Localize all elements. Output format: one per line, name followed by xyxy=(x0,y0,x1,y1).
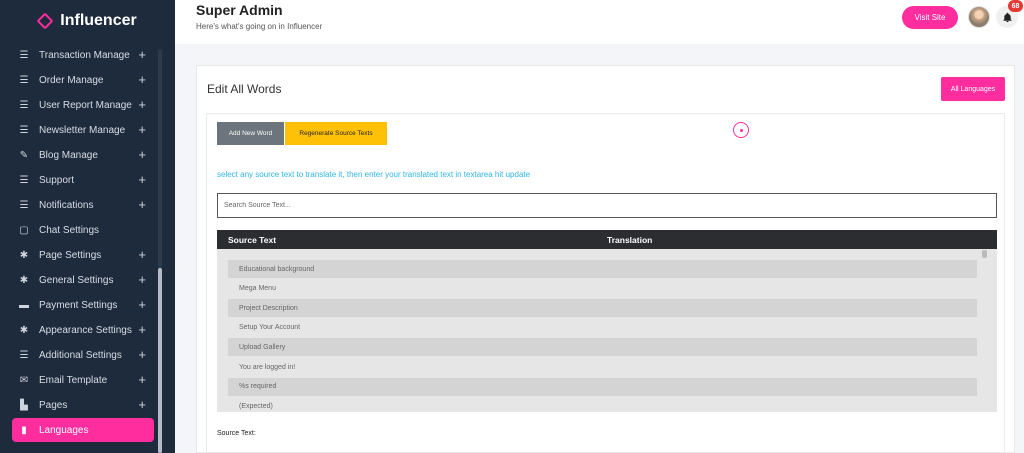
sidebar-item-page-settings[interactable]: ✱ Page Settings + xyxy=(12,243,154,268)
chat-icon: ▢ xyxy=(19,225,29,236)
list-icon: ☰ xyxy=(19,200,29,211)
sidebar-item-chat-settings[interactable]: ▢ Chat Settings xyxy=(12,218,154,243)
sidebar-item-label: User Report Manage xyxy=(39,100,132,111)
search-source-text-input[interactable] xyxy=(217,193,997,218)
avatar[interactable] xyxy=(968,6,990,28)
sidebar-item-label: Order Manage xyxy=(39,75,104,86)
plus-icon[interactable]: + xyxy=(138,72,146,87)
column-source-text: Source Text xyxy=(228,235,277,245)
sidebar-item-user-report-manage[interactable]: ☰ User Report Manage + xyxy=(12,93,154,118)
plus-icon[interactable]: + xyxy=(138,147,146,162)
sidebar-item-appearance-settings[interactable]: ✱ Appearance Settings + xyxy=(12,318,154,343)
list-icon: ☰ xyxy=(19,125,29,136)
table-row[interactable]: You are logged in! xyxy=(228,358,977,376)
blog-icon: ✎ xyxy=(19,150,29,161)
pages-icon: ▙ xyxy=(20,400,28,411)
table-row[interactable]: (Expected) xyxy=(228,397,977,412)
plus-icon[interactable]: + xyxy=(138,172,146,187)
table-row[interactable]: %s required xyxy=(228,377,977,396)
page-title: Super Admin xyxy=(196,2,283,18)
sidebar-item-blog-manage[interactable]: ✎ Blog Manage + xyxy=(12,143,154,168)
sidebar-item-label: Additional Settings xyxy=(39,350,122,361)
list-icon: ☰ xyxy=(19,175,29,186)
brand[interactable]: Influencer xyxy=(0,0,175,42)
sidebar-item-label: Payment Settings xyxy=(39,300,118,311)
sidebar-item-general-settings[interactable]: ✱ General Settings + xyxy=(12,268,154,293)
table-row[interactable]: Project Description xyxy=(228,299,977,318)
notification-count-badge: 68 xyxy=(1008,0,1023,12)
source-text-list: Educational background Mega Menu Project D… xyxy=(217,249,997,412)
sidebar-item-label: Languages xyxy=(39,424,89,436)
plus-icon[interactable]: + xyxy=(138,197,146,212)
words-panel: Add New Word Regenerate Source Texts sel… xyxy=(206,113,1005,453)
sidebar-item-label: Notifications xyxy=(39,200,94,211)
plus-icon[interactable]: + xyxy=(138,297,146,312)
list-scrollbar[interactable] xyxy=(982,250,987,258)
list-icon: ☰ xyxy=(19,50,29,61)
sidebar-item-notifications[interactable]: ☰ Notifications + xyxy=(12,193,154,218)
gear-icon: ✱ xyxy=(19,325,29,336)
sidebar-item-label: Blog Manage xyxy=(39,150,98,161)
instruction-text: select any source text to translate it, … xyxy=(217,170,531,179)
envelope-icon: ✉ xyxy=(19,375,29,386)
sidebar-item-languages[interactable]: ▮ Languages xyxy=(12,418,154,442)
sidebar-item-label: Chat Settings xyxy=(39,225,100,236)
sidebar-item-label: Support xyxy=(39,175,75,186)
plus-icon[interactable]: + xyxy=(138,247,146,262)
sidebar-item-payment-settings[interactable]: ▬ Payment Settings + xyxy=(12,293,154,318)
plus-icon[interactable]: + xyxy=(138,397,146,412)
gear-icon: ✱ xyxy=(19,275,29,286)
top-header: Super Admin Here's what's going on in In… xyxy=(175,0,1024,44)
column-translation: Translation xyxy=(607,235,653,245)
gear-icon: ✱ xyxy=(19,250,29,261)
sidebar-item-pages[interactable]: ▙ Pages + xyxy=(12,393,154,418)
table-row[interactable]: Setup Your Account xyxy=(228,319,977,337)
sidebar-item-label: Transaction Manage xyxy=(39,50,130,61)
visit-site-button[interactable]: Visit Site xyxy=(902,6,958,29)
sidebar-item-label: Page Settings xyxy=(39,250,102,261)
influencer-logo-icon xyxy=(38,14,52,28)
list-icon: ☰ xyxy=(19,75,29,86)
briefcase-icon: ▬ xyxy=(19,300,29,311)
sidebar-item-label: General Settings xyxy=(39,275,114,286)
plus-icon[interactable]: + xyxy=(138,372,146,387)
source-text-label: Source Text: xyxy=(217,430,256,437)
list-icon: ☰ xyxy=(19,100,29,111)
sidebar-item-transaction-manage[interactable]: ☰ Transaction Manage + xyxy=(12,43,154,68)
table-row[interactable]: Educational background xyxy=(228,260,977,278)
plus-icon[interactable]: + xyxy=(138,322,146,337)
table-header: Source Text Translation xyxy=(217,230,997,249)
sidebar-item-email-template[interactable]: ✉ Email Template + xyxy=(12,368,154,393)
sidebar-item-label: Email Template xyxy=(39,375,108,386)
sidebar-item-label: Appearance Settings xyxy=(39,325,132,336)
add-new-word-button[interactable]: Add New Word xyxy=(217,122,284,145)
all-languages-button[interactable]: All Languages xyxy=(941,77,1005,101)
bar-chart-icon: ▮ xyxy=(21,424,27,436)
sidebar-item-label: Newsletter Manage xyxy=(39,125,126,136)
sidebar-item-order-manage[interactable]: ☰ Order Manage + xyxy=(12,68,154,93)
page-subtitle: Here's what's going on in Influencer xyxy=(196,22,323,31)
table-row[interactable]: Upload Gallery xyxy=(228,338,977,357)
plus-icon[interactable]: + xyxy=(138,47,146,62)
sidebar-item-additional-settings[interactable]: ☰ Additional Settings + xyxy=(12,343,154,368)
cursor-indicator-icon xyxy=(733,122,749,138)
sidebar-item-newsletter-manage[interactable]: ☰ Newsletter Manage + xyxy=(12,118,154,143)
regenerate-source-texts-button[interactable]: Regenerate Source Texts xyxy=(285,122,387,145)
edit-words-card: Edit All Words All Languages Add New Wor… xyxy=(196,65,1015,453)
card-title: Edit All Words xyxy=(207,82,282,96)
brand-name: Influencer xyxy=(60,12,137,29)
list-icon: ☰ xyxy=(19,350,29,361)
sidebar-item-support[interactable]: ☰ Support + xyxy=(12,168,154,193)
bell-icon xyxy=(1002,12,1012,22)
plus-icon[interactable]: + xyxy=(138,97,146,112)
sidebar-scrollbar-thumb[interactable] xyxy=(158,268,162,453)
plus-icon[interactable]: + xyxy=(138,272,146,287)
plus-icon[interactable]: + xyxy=(138,347,146,362)
table-row[interactable]: Mega Menu xyxy=(228,280,977,298)
sidebar: Influencer ☰ Transaction Manage + ☰ Order Ma… xyxy=(0,0,175,453)
sidebar-item-label: Pages xyxy=(39,400,68,411)
plus-icon[interactable]: + xyxy=(138,122,146,137)
